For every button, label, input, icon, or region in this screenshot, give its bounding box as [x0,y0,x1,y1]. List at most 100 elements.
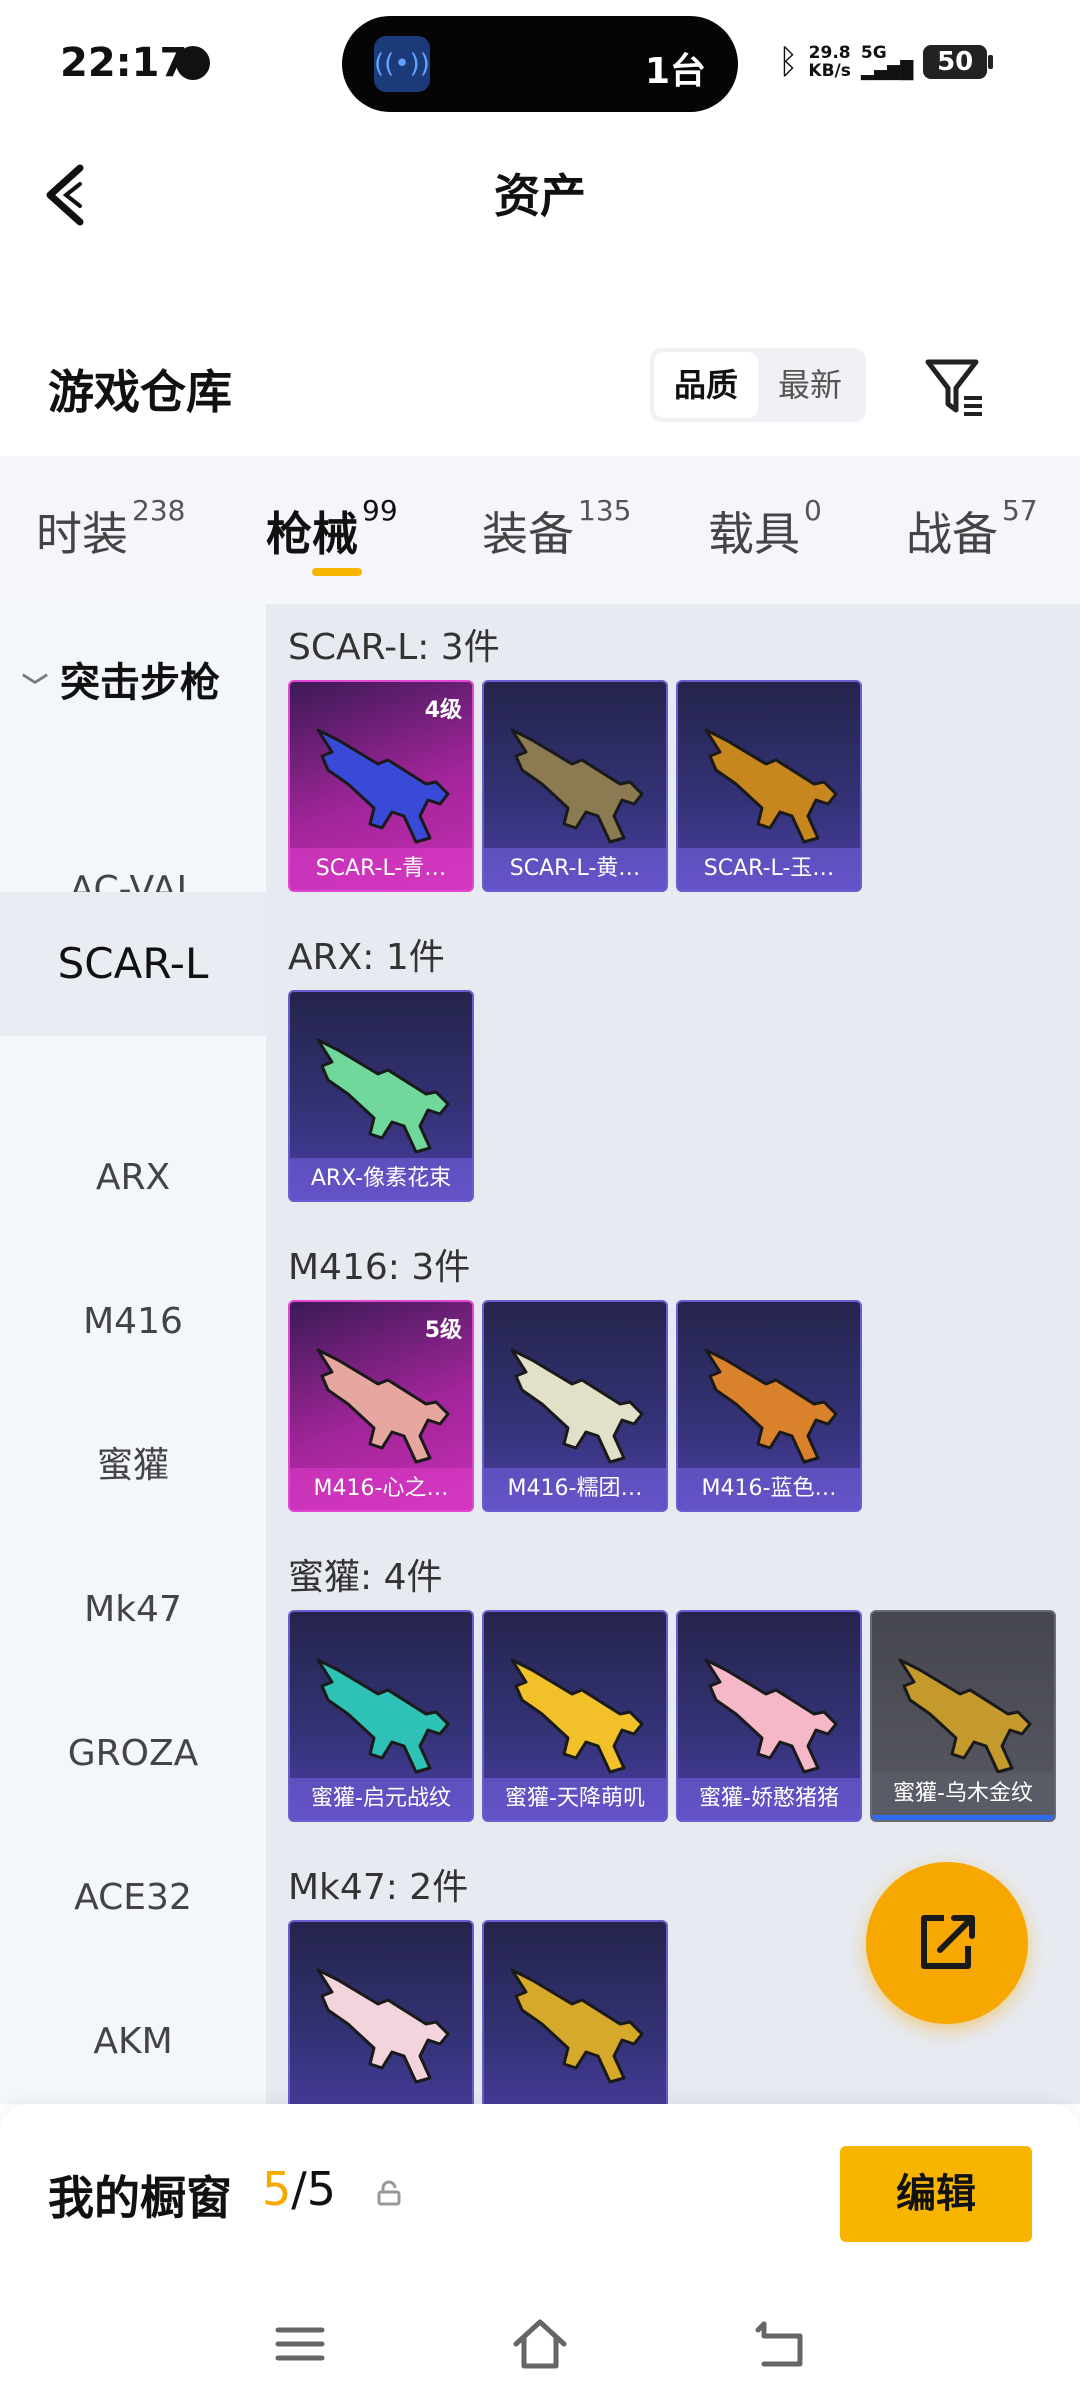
tab-label: 枪械 [266,507,358,561]
sort-newest[interactable]: 最新 [758,352,862,418]
rifle-icon [510,728,644,844]
skin-card[interactable]: 5级 M416-心之… [288,1300,474,1512]
skin-card[interactable]: 蜜獾-娇憨猪猪 [676,1610,862,1822]
tab-vehicles[interactable]: 载具 0 [708,494,822,564]
section-label: Mk47: 2件 [288,1867,469,1908]
section-label: SCAR-L: 3件 [288,627,500,668]
showcase-bar: 我的橱窗 5/5 编辑 [0,2104,1080,2284]
edit-button[interactable]: 编辑 [840,2146,1032,2242]
sidebar-item[interactable]: ACE32 [0,1826,266,1970]
status-bar: 22:17 ((•)) 1台 ᛒ 29.8 KB/s 5G ▂▄▆█ 50 [0,0,1080,130]
tab-guns[interactable]: 枪械 99 [266,494,398,564]
skin-card[interactable]: M416-糯团… [482,1300,668,1512]
section-label: M416: 3件 [288,1247,471,1288]
showcase-current: 5 [262,2162,292,2216]
sidebar-item[interactable]: AKM [0,1970,266,2114]
globe-icon [176,46,210,80]
rifle-icon [898,1658,1032,1774]
showcase-label: 我的橱窗 [48,2171,232,2225]
sidebar-item[interactable]: GROZA [0,1682,266,1826]
skin-card[interactable] [482,1920,668,2132]
rifle-icon [316,1658,450,1774]
active-tab-indicator [312,568,362,576]
skin-card[interactable]: 蜜獾-启元战纹 [288,1610,474,1822]
net-speed-value: 29.8 [808,43,851,63]
category-label: 突击步枪 [60,660,221,706]
rifle-icon [316,728,450,844]
skin-name: M416-糯团… [484,1468,666,1510]
section-label: 蜜獾: 4件 [288,1557,443,1598]
rifle-icon [510,1968,644,2084]
skin-name: 蜜獾-天降萌叽 [484,1778,666,1820]
filter-button[interactable] [920,352,990,422]
net-speed-unit: KB/s [808,61,851,81]
tab-count: 57 [1002,494,1038,527]
warehouse-title: 游戏仓库 [48,365,232,419]
skin-card[interactable]: ARX-像素花束 [288,990,474,1202]
skin-card[interactable]: 4级 SCAR-L-青… [288,680,474,892]
network-type: 5G [860,43,887,63]
tab-label: 战备 [906,507,998,561]
sidebar-item[interactable]: M416 [0,1250,266,1394]
tab-label: 载具 [708,507,800,561]
rifle-icon [316,1348,450,1464]
section-label: ARX: 1件 [288,937,445,978]
skin-card[interactable]: SCAR-L-黄… [482,680,668,892]
tab-fashion[interactable]: 时装 238 [36,494,185,564]
island-text: 1台 [644,51,706,92]
skin-card[interactable]: 蜜獾-天降萌叽 [482,1610,668,1822]
signal-icon: 5G ▂▄▆█ [860,43,914,81]
sidebar-item[interactable]: Mk47 [0,1538,266,1682]
skin-name: M416-心之… [290,1468,472,1510]
sort-quality[interactable]: 品质 [654,352,758,418]
weapon-sidebar: ﹀ 突击步枪 AC-VAL SCAR-L ARX M416 蜜獾 Mk47 GRO… [0,604,266,2104]
level-badge: 5级 [424,1318,462,1343]
system-nav-bar [0,2284,1080,2400]
filter-icon [925,359,982,416]
skin-name: SCAR-L-黄… [484,848,666,890]
sort-toggle: 品质 最新 [650,348,866,422]
share-button[interactable] [866,1862,1028,2024]
showcase-count: 5/5 [262,2162,336,2216]
app-root: 22:17 ((•)) 1台 ᛒ 29.8 KB/s 5G ▂▄▆█ 50 资产… [0,0,1080,2400]
skin-card[interactable]: 蜜獾-乌木金纹 [870,1610,1056,1822]
rifle-icon [510,1348,644,1464]
chevron-down-icon: ﹀ [22,673,49,703]
tab-supplies[interactable]: 战备 57 [906,494,1038,564]
sidebar-item[interactable]: ARX [0,1106,266,1250]
broadcast-icon: ((•)) [374,36,430,92]
lock-icon [377,2180,401,2206]
sidebar-item[interactable]: 蜜獾 [0,1394,266,1538]
bluetooth-icon: ᛒ [778,42,799,82]
tab-label: 时装 [36,507,128,561]
skin-card[interactable]: SCAR-L-玉… [676,680,862,892]
status-icons: ᛒ 29.8 KB/s 5G ▂▄▆█ 50 [778,42,994,82]
skin-name: SCAR-L-玉… [678,848,860,890]
battery-icon: 50 [923,45,994,79]
share-icon [921,1915,975,1969]
page-title: 资产 [494,169,586,223]
tab-count: 238 [132,494,186,527]
rifle-icon [510,1658,644,1774]
tab-count: 0 [804,494,822,527]
skin-name: SCAR-L-青… [290,848,472,890]
rifle-icon [704,1658,838,1774]
tab-count: 99 [362,494,398,527]
showcase-total: 5 [306,2162,337,2216]
skin-card[interactable] [288,1920,474,2132]
home-icon[interactable] [510,2314,570,2374]
menu-icon[interactable] [270,2314,330,2374]
rifle-icon [316,1968,450,2084]
rifle-icon [704,1348,838,1464]
tab-equipment[interactable]: 装备 135 [482,494,631,564]
rifle-icon [316,1038,450,1154]
clock: 22:17 [60,40,188,86]
dynamic-island[interactable]: ((•)) 1台 [342,16,738,112]
category-header[interactable]: ﹀ 突击步枪 [22,650,220,708]
sidebar-item-selected[interactable]: SCAR-L [0,892,266,1036]
back-nav-icon[interactable] [750,2314,810,2374]
skin-card[interactable]: M416-蓝色… [676,1300,862,1512]
skin-name: M416-蓝色… [678,1468,860,1510]
skin-name: 蜜獾-娇憨猪猪 [678,1778,860,1820]
category-tabs: 时装 238 枪械 99 装备 135 载具 0 战备 57 [0,456,1080,604]
